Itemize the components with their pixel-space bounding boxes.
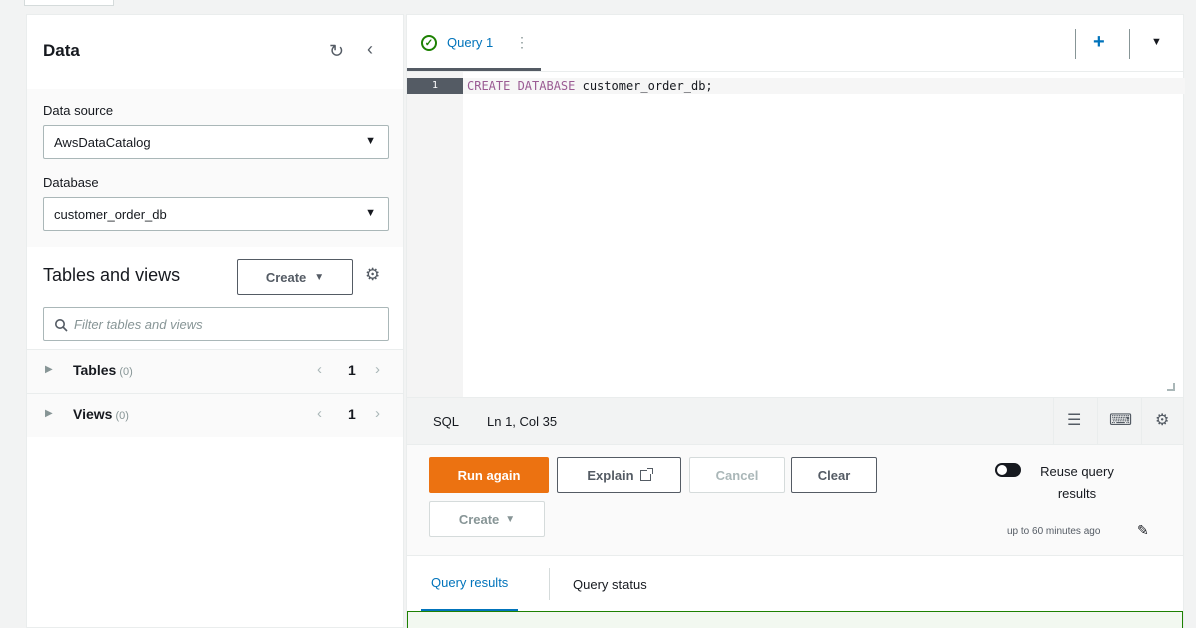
data-config-section: Data source AwsDataCatalog ▼ Database cu… xyxy=(27,89,403,247)
gear-icon[interactable]: ⚙ xyxy=(1155,410,1169,430)
query-editor-panel: ✓ Query 1 ⋮ + ▼ 1 CREATE DATABASE custom… xyxy=(406,14,1185,628)
data-source-label: Data source xyxy=(43,103,114,118)
tab-query-results[interactable]: Query results xyxy=(421,556,519,612)
data-source-select[interactable]: AwsDataCatalog ▼ xyxy=(43,125,389,159)
create-table-button[interactable]: Create ▼ xyxy=(237,259,353,295)
code-line[interactable]: CREATE DATABASE customer_order_db; xyxy=(463,78,1185,94)
gear-icon[interactable]: ⚙ xyxy=(365,265,380,285)
divider xyxy=(1129,29,1130,59)
explain-button[interactable]: Explain xyxy=(557,457,681,493)
divider xyxy=(1097,398,1098,446)
query-tab-label: Query 1 xyxy=(447,35,494,50)
clear-label: Clear xyxy=(817,467,851,483)
caret-down-icon: ▼ xyxy=(314,271,325,283)
divider xyxy=(1075,29,1076,59)
chevron-right-icon[interactable]: › xyxy=(375,405,380,422)
resize-handle[interactable] xyxy=(1167,383,1175,391)
chevron-right-icon[interactable]: › xyxy=(375,361,380,378)
expand-icon[interactable]: ▶ xyxy=(45,408,53,419)
sql-editor[interactable]: 1 CREATE DATABASE customer_order_db; xyxy=(407,71,1185,397)
chevron-left-icon[interactable]: ‹ xyxy=(367,39,373,60)
reuse-results-label: Reuse query results xyxy=(1040,464,1114,501)
success-alert xyxy=(407,611,1183,628)
reuse-results-subtext: up to 60 minutes ago xyxy=(1007,526,1101,537)
database-select[interactable]: customer_order_db ▼ xyxy=(43,197,389,231)
sql-keyword: CREATE DATABASE xyxy=(467,79,576,93)
tree-label-text: Tables xyxy=(73,362,117,378)
divider xyxy=(549,568,550,600)
expand-icon[interactable]: ▶ xyxy=(45,364,53,375)
editor-status-bar: SQL Ln 1, Col 35 ☰ ⌨ ⚙ xyxy=(407,397,1183,446)
caret-down-icon: ▼ xyxy=(365,207,376,219)
keyboard-icon[interactable]: ⌨ xyxy=(1109,410,1132,430)
tables-views-title: Tables and views xyxy=(43,265,181,285)
reuse-results-toggle[interactable] xyxy=(995,463,1021,477)
create-label: Create xyxy=(458,511,500,527)
top-tab-stub xyxy=(24,0,114,6)
search-icon xyxy=(55,319,68,332)
page-number: 1 xyxy=(348,362,356,378)
create-button[interactable]: Create ▼ xyxy=(429,501,545,537)
tree-count: (0) xyxy=(119,366,133,378)
format-icon[interactable]: ☰ xyxy=(1067,410,1081,430)
data-panel-header: Data ↻ ‹ xyxy=(27,15,403,89)
chevron-left-icon[interactable]: ‹ xyxy=(317,405,322,422)
editor-gutter xyxy=(407,72,463,397)
status-position: Ln 1, Col 35 xyxy=(487,414,558,429)
vertical-ellipsis-icon[interactable]: ⋮ xyxy=(515,34,529,51)
tab-label: Query status xyxy=(573,576,647,592)
data-source-value: AwsDataCatalog xyxy=(54,135,151,150)
results-tabs: Query results Query status xyxy=(407,555,1183,612)
data-panel-title: Data xyxy=(43,41,80,60)
database-value: customer_order_db xyxy=(54,207,167,222)
caret-down-icon: ▼ xyxy=(505,513,516,525)
tab-query-status[interactable]: Query status xyxy=(563,556,657,612)
database-label: Database xyxy=(43,175,99,190)
tree-count: (0) xyxy=(115,410,129,422)
refresh-icon[interactable]: ↻ xyxy=(329,41,344,62)
divider xyxy=(1053,398,1054,446)
cancel-button[interactable]: Cancel xyxy=(689,457,785,493)
data-panel: Data ↻ ‹ Data source AwsDataCatalog ▼ Da… xyxy=(26,14,404,628)
pencil-icon[interactable]: ✎ xyxy=(1137,522,1149,539)
run-again-button[interactable]: Run again xyxy=(429,457,549,493)
caret-down-icon[interactable]: ▼ xyxy=(1151,36,1162,48)
tree-label[interactable]: Tables (0) xyxy=(73,362,133,378)
tree-label-text: Views xyxy=(73,406,113,422)
caret-down-icon: ▼ xyxy=(365,135,376,147)
tab-query-1[interactable]: ✓ Query 1 ⋮ xyxy=(407,15,541,71)
tree-label[interactable]: Views (0) xyxy=(73,406,129,422)
filter-tables-input[interactable] xyxy=(74,314,374,334)
tab-label: Query results xyxy=(431,575,509,590)
divider xyxy=(1141,398,1142,446)
external-link-icon xyxy=(639,467,653,481)
tree-row-views: ▶ Views (0) ‹ 1 › xyxy=(27,393,403,437)
line-number: 1 xyxy=(407,78,463,94)
top-strip xyxy=(0,0,1196,14)
query-actions: Run again Explain Cancel Clear Create ▼ R… xyxy=(407,445,1183,555)
status-language: SQL xyxy=(433,414,460,429)
plus-icon[interactable]: + xyxy=(1093,31,1105,54)
filter-tables-input-wrapper xyxy=(43,307,389,341)
create-label: Create xyxy=(265,269,307,285)
clear-button[interactable]: Clear xyxy=(791,457,877,493)
sql-code: customer_order_db; xyxy=(575,79,713,93)
page-number: 1 xyxy=(348,406,356,422)
chevron-left-icon[interactable]: ‹ xyxy=(317,361,322,378)
run-again-label: Run again xyxy=(457,467,521,483)
cancel-label: Cancel xyxy=(715,467,759,483)
tree-row-tables: ▶ Tables (0) ‹ 1 › xyxy=(27,349,403,393)
query-tab-bar: ✓ Query 1 ⋮ + ▼ xyxy=(407,15,1183,71)
check-circle-icon: ✓ xyxy=(421,35,437,51)
explain-label: Explain xyxy=(587,467,634,483)
